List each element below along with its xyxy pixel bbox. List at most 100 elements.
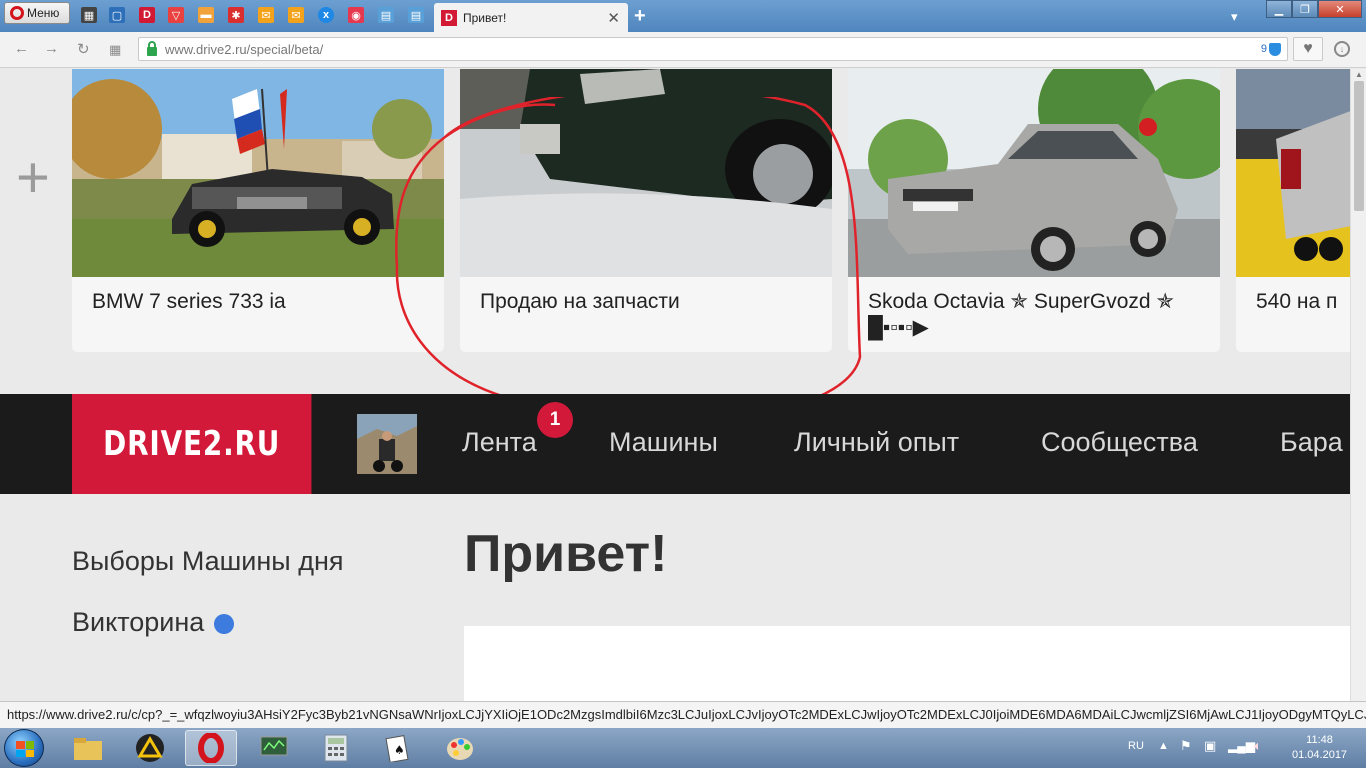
pinned-tab-puzzle[interactable]: ✱ [223,4,249,26]
pinned-tab-owl[interactable]: ◉ [343,4,369,26]
maximize-icon[interactable]: ❐ [1292,0,1318,18]
device-icon[interactable]: ▣ [1204,738,1216,754]
car-card-caption: BMW 7 series 733 ia [92,290,286,313]
taskbar-calculator[interactable] [310,730,362,766]
pinned-tab-drive2[interactable]: D [134,4,160,26]
signal-bars-icon[interactable]: ▂▄▆ [1228,739,1255,753]
pinned-tab-film[interactable]: ▦ [76,4,102,26]
folder-icon [74,738,102,760]
url-field[interactable]: www.drive2.ru/special/beta/ 9 [138,37,1288,61]
site-nav-bar: DRIVE2.RU Лента 1 Машины Личный опыт Соо… [0,394,1350,494]
shield-icon [1269,42,1281,56]
sidebar-link-quiz[interactable]: Викторина [72,607,235,638]
add-car-plus-icon[interactable]: + [16,149,50,207]
taskbar-system-monitor[interactable] [248,730,300,766]
address-bar-row: ← → ↻ ▦ www.drive2.ru/special/beta/ 9 ♥ … [0,32,1366,68]
film-icon: ▦ [81,7,97,23]
pinned-tab-x[interactable]: x [313,4,339,26]
car-card[interactable]: 540 на п [1236,69,1350,352]
nav-item-feed[interactable]: Лента [462,427,537,458]
triangle-app-icon [136,734,164,762]
mail-icon: ✉ [258,7,274,23]
pinned-tab-chat[interactable]: ▢ [104,4,130,26]
car-photo-garage [1236,69,1350,277]
car-card[interactable]: Skoda Octavia ✯ SuperGvozd ✯ █▪▫▪▫▶ [848,69,1220,352]
windows-logo-icon [16,741,34,757]
car-photo-snow [460,69,832,277]
sidebar-link-car-of-day[interactable]: Выборы Машины дня [72,546,343,577]
pocket-icon: ▽ [168,7,184,23]
nav-item-experience[interactable]: Личный опыт [794,427,959,458]
car-card[interactable]: BMW 7 series 733 ia [72,69,444,352]
page-viewport: + BMW 7 series 733 ia Продаю на запчасти… [0,69,1350,701]
system-clock[interactable]: 11:48 01.04.2017 [1292,733,1347,763]
lock-icon [147,40,157,56]
opera-logo-icon [10,6,24,20]
language-indicator[interactable]: RU [1128,740,1144,752]
pinned-tab-bank-2[interactable]: ▤ [403,4,429,26]
tab-menu-icon[interactable]: ▾ [1231,9,1238,25]
drive2-logo[interactable]: DRIVE2.RU [72,394,312,494]
svg-text:♠: ♠ [394,743,405,757]
nav-item-cars[interactable]: Машины [609,427,718,458]
opera-menu-button[interactable]: Меню [4,2,70,24]
action-center-flag-icon[interactable]: ⚑ [1180,738,1192,754]
pinned-tab-bank-1[interactable]: ▤ [373,4,399,26]
start-button[interactable] [4,729,44,767]
active-tab[interactable]: D Привет! ✕ [434,3,628,32]
sidebar-link-label: Выборы Машины дня [72,546,344,576]
car-icon: ▬ [198,7,214,23]
bank-icon: ▤ [378,7,394,23]
scrollbar-thumb[interactable] [1354,81,1364,211]
pinned-tab-mail-2[interactable]: ✉ [283,4,309,26]
nav-item-more[interactable]: Бара [1280,427,1343,458]
volume-muted-icon[interactable]: 🔈︎ [1254,738,1262,754]
reload-icon[interactable]: ↻ [77,40,90,58]
adblock-badge[interactable]: 9 [1260,42,1281,56]
content-panel [464,626,1350,701]
scroll-up-icon[interactable]: ▲ [1355,70,1363,79]
nav-item-communities[interactable]: Сообщества [1041,427,1198,458]
new-indicator-dot [214,613,235,634]
drive2-favicon-icon: D [441,9,457,26]
opera-icon [198,733,224,763]
monitor-icon [260,736,288,756]
tray-expand-icon[interactable]: ▲ [1158,740,1169,752]
car-photo-bmw [72,69,444,277]
car-card[interactable]: Продаю на запчасти [460,69,832,352]
pinned-tab-pocket[interactable]: ▽ [163,4,189,26]
browser-tab-bar: Меню ▦ ▢ D ▽ ▬ ✱ ✉ ✉ x ◉ ▤ ▤ D Привет! ✕… [0,0,1366,32]
chat-icon: ▢ [109,7,125,23]
back-icon[interactable]: ← [14,40,29,57]
car-card-caption: 540 на п [1256,290,1338,313]
mail-icon: ✉ [288,7,304,23]
download-icon[interactable]: ↓ [1334,41,1350,57]
pinned-tab-mail-1[interactable]: ✉ [253,4,279,26]
forward-icon[interactable]: → [44,40,59,57]
bookmark-heart-button[interactable]: ♥ [1293,37,1323,61]
close-window-icon[interactable]: ✕ [1318,0,1362,18]
new-tab-icon[interactable]: + [634,5,646,28]
page-title: Привет! [464,525,668,583]
calculator-icon [324,734,348,762]
car-card-caption: Продаю на запчасти [480,290,680,313]
status-bar-url: https://www.drive2.ru/c/cp?_=_wfqzlwoyiu… [0,701,1366,728]
close-tab-icon[interactable]: ✕ [607,9,620,27]
taskbar-paint[interactable] [434,730,486,766]
active-tab-title: Привет! [463,10,507,25]
clock-time: 11:48 [1306,734,1333,746]
page-scrollbar[interactable]: ▲ [1350,69,1366,701]
minimize-icon[interactable]: ▁ [1266,0,1292,18]
taskbar-app-aimp[interactable] [124,730,176,766]
adblock-count: 9 [1260,43,1267,55]
taskbar-explorer[interactable] [62,730,114,766]
pinned-tab-car[interactable]: ▬ [193,4,219,26]
taskbar-solitaire[interactable]: ♠ [372,730,424,766]
user-avatar[interactable] [357,414,417,474]
speed-dial-icon[interactable]: ▦ [109,42,121,58]
url-text: www.drive2.ru/special/beta/ [165,41,324,57]
puzzle-icon: ✱ [228,7,244,23]
drive2-icon: D [139,7,155,23]
taskbar-opera[interactable] [185,730,237,766]
car-card-caption: Skoda Octavia ✯ SuperGvozd ✯ █▪▫▪▫▶ [868,290,1174,339]
